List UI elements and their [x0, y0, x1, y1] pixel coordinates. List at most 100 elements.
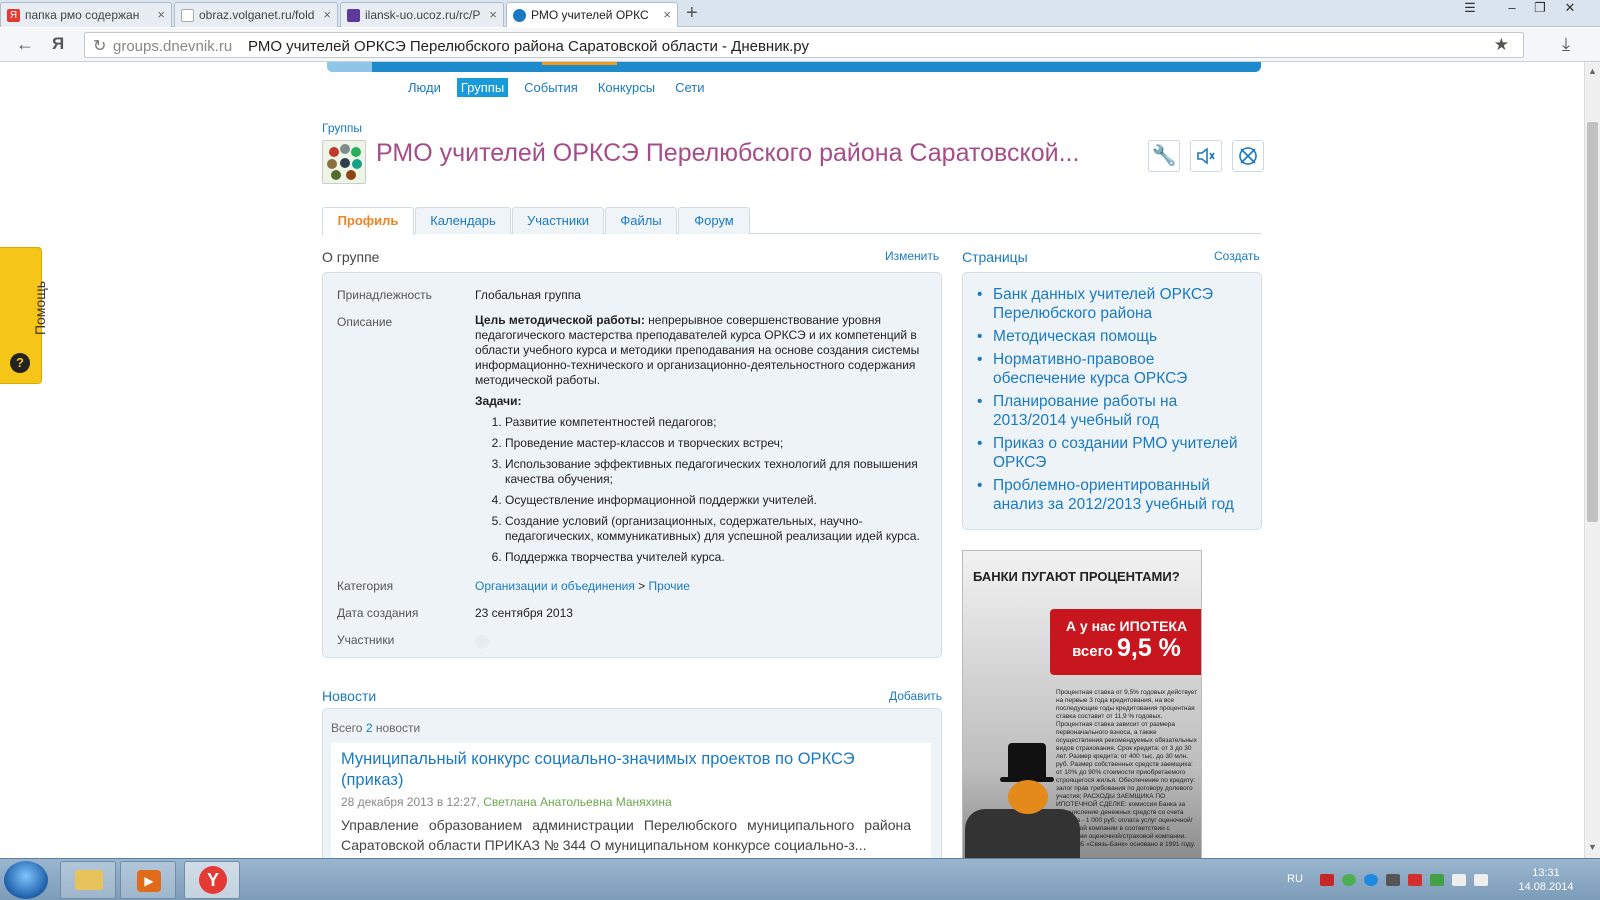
url-domain: groups.dnevnik.ru: [113, 38, 233, 55]
help-side-tab[interactable]: Помощь ?: [0, 247, 48, 384]
folder-icon: [75, 870, 103, 890]
description-label: Описание: [337, 315, 393, 329]
close-tab-icon[interactable]: ×: [157, 7, 165, 22]
task-item: Развитие компетентностей педагогов;: [505, 415, 930, 430]
leave-group-icon[interactable]: [1232, 140, 1264, 172]
antivirus-tray-icon[interactable]: [1408, 874, 1422, 886]
help-label: Помощь: [32, 280, 48, 336]
page-link[interactable]: Банк данных учителей ОРКСЭ Перелюбского …: [977, 285, 1247, 323]
media-player-taskbar-button[interactable]: ▶: [120, 861, 176, 899]
browser-tab-1[interactable]: Я папка рмо содержан ×: [0, 2, 172, 27]
window-close-icon[interactable]: ✕: [1556, 0, 1584, 20]
device-tray-icon[interactable]: [1386, 874, 1400, 886]
media-play-icon: ▶: [137, 870, 161, 892]
clock-time: 13:31: [1532, 867, 1560, 879]
subnav-networks[interactable]: Сети: [671, 78, 708, 97]
browser-tab-2[interactable]: obraz.volganet.ru/fold ×: [174, 2, 338, 27]
display-tray-icon[interactable]: [1452, 874, 1466, 886]
scrollbar-thumb[interactable]: [1587, 122, 1598, 522]
about-section-title: О группе: [322, 249, 380, 265]
category-link-organizations[interactable]: Организации и объединения: [475, 579, 635, 593]
scroll-down-arrow-icon[interactable]: ▼: [1588, 842, 1597, 852]
close-tab-icon[interactable]: ×: [489, 7, 497, 22]
start-button-icon[interactable]: [4, 861, 48, 899]
subnav-groups[interactable]: Группы: [456, 78, 509, 97]
goal-heading: Цель методической работы:: [475, 313, 645, 327]
profile-tabs: Профиль Календарь Участники Файлы Форум: [322, 207, 1261, 235]
news-meta: 28 декабря 2013 в 12:27, Светлана Анатол…: [341, 795, 672, 809]
page-link[interactable]: Планирование работы на 2013/2014 учебный…: [977, 392, 1247, 430]
mortgage-ad-banner[interactable]: БАНКИ ПУГАЮТ ПРОЦЕНТАМИ? А у нас ИПОТЕКА…: [962, 550, 1202, 858]
browser-tab-label: папка рмо содержан: [25, 8, 140, 22]
group-avatar[interactable]: [322, 140, 366, 184]
explorer-taskbar-button[interactable]: [60, 861, 116, 899]
system-clock[interactable]: 13:31 14.08.2014: [1510, 866, 1582, 894]
update-tray-icon[interactable]: [1364, 874, 1378, 886]
ad-offer-prefix: всего: [1072, 643, 1117, 660]
edit-about-link[interactable]: Изменить: [885, 249, 939, 263]
browser-tab-4-active[interactable]: РМО учителей ОРКС ×: [506, 2, 678, 27]
keyboard-language[interactable]: RU: [1287, 873, 1303, 885]
task-item: Осуществление информационной поддержки у…: [505, 493, 930, 508]
news-date: 28 декабря 2013 в 12:27,: [341, 795, 484, 809]
subnav-contests[interactable]: Конкурсы: [594, 78, 659, 97]
tab-calendar[interactable]: Календарь: [415, 207, 511, 234]
news-count-value[interactable]: 2: [366, 721, 373, 735]
menu-icon[interactable]: ☰: [1456, 0, 1484, 20]
settings-wrench-icon[interactable]: 🔧: [1148, 140, 1180, 172]
news-section-title[interactable]: Новости: [322, 688, 376, 704]
close-tab-icon[interactable]: ×: [663, 7, 671, 22]
page-scrollbar[interactable]: ▲ ▼: [1584, 62, 1600, 858]
subnav-people[interactable]: Люди: [404, 78, 445, 97]
yandex-favicon-icon: Я: [7, 9, 20, 22]
browser-tab-label: obraz.volganet.ru/fold: [199, 8, 315, 22]
ad-offer-line1: А у нас ИПОТЕКА: [1065, 618, 1188, 634]
clock-date: 14.08.2014: [1518, 881, 1574, 893]
tab-files[interactable]: Файлы: [605, 207, 677, 234]
network-tray-icon[interactable]: [1430, 874, 1444, 886]
news-author-link[interactable]: Светлана Анатольевна Маняхина: [483, 795, 671, 809]
page-link[interactable]: Нормативно-правовое обеспечение курса ОР…: [977, 350, 1247, 388]
breadcrumb-groups[interactable]: Группы: [322, 121, 362, 135]
yandex-logo-icon[interactable]: Я: [52, 34, 64, 54]
header-active-indicator: [542, 62, 617, 65]
ad-headline: БАНКИ ПУГАЮТ ПРОЦЕНТАМИ?: [973, 569, 1180, 584]
page-favicon-icon: [181, 9, 194, 22]
new-tab-icon[interactable]: +: [686, 3, 698, 23]
tab-forum[interactable]: Форум: [678, 207, 750, 234]
add-news-link[interactable]: Добавить: [889, 689, 942, 703]
browser-tab-3[interactable]: ilansk-uo.ucoz.ru/rc/P ×: [340, 2, 504, 27]
tab-members[interactable]: Участники: [512, 207, 604, 234]
ad-offer-rate: 9,5 %: [1116, 634, 1181, 662]
reload-icon[interactable]: ↻: [93, 36, 106, 56]
restore-icon[interactable]: ❐: [1526, 0, 1554, 20]
page-link[interactable]: Методическая помощь: [977, 327, 1247, 346]
close-tab-icon[interactable]: ×: [323, 7, 331, 22]
category-link-other[interactable]: Прочие: [649, 579, 690, 593]
news-headline-link[interactable]: Муниципальный конкурс социально-значимых…: [341, 749, 901, 791]
minimize-icon[interactable]: –: [1498, 0, 1526, 20]
security-tray-icon[interactable]: [1342, 874, 1356, 886]
news-count-suffix: новости: [372, 721, 421, 735]
page-link[interactable]: Приказ о создании РМО учителей ОРКСЭ: [977, 434, 1247, 472]
created-value: 23 сентября 2013: [475, 606, 573, 620]
omnibox-url-field[interactable]: ↻ groups.dnevnik.ru РМО учителей ОРКСЭ П…: [84, 32, 1524, 58]
avatar-dot: [327, 159, 337, 169]
volume-tray-icon[interactable]: [1474, 874, 1488, 886]
member-avatar[interactable]: [475, 635, 489, 649]
url-page-title: РМО учителей ОРКСЭ Перелюбского района С…: [248, 38, 809, 55]
subnav-events[interactable]: События: [520, 78, 582, 97]
back-arrow-icon[interactable]: ←: [16, 34, 34, 55]
tab-profile[interactable]: Профиль: [322, 207, 414, 235]
page-link[interactable]: Проблемно-ориентированный анализ за 2012…: [977, 476, 1247, 514]
tasks-heading: Задачи:: [475, 394, 522, 408]
yandex-browser-taskbar-button[interactable]: Y: [184, 861, 240, 899]
bookmark-star-icon[interactable]: ★: [1494, 35, 1509, 55]
created-label: Дата создания: [337, 606, 419, 620]
mute-speaker-icon[interactable]: [1190, 140, 1222, 172]
group-title: РМО учителей ОРКСЭ Перелюбского района С…: [376, 139, 1080, 167]
pdf-tray-icon[interactable]: [1320, 874, 1334, 886]
create-page-link[interactable]: Создать: [1214, 249, 1260, 263]
scroll-up-arrow-icon[interactable]: ▲: [1588, 66, 1597, 76]
download-icon[interactable]: ⤓: [1562, 34, 1570, 55]
